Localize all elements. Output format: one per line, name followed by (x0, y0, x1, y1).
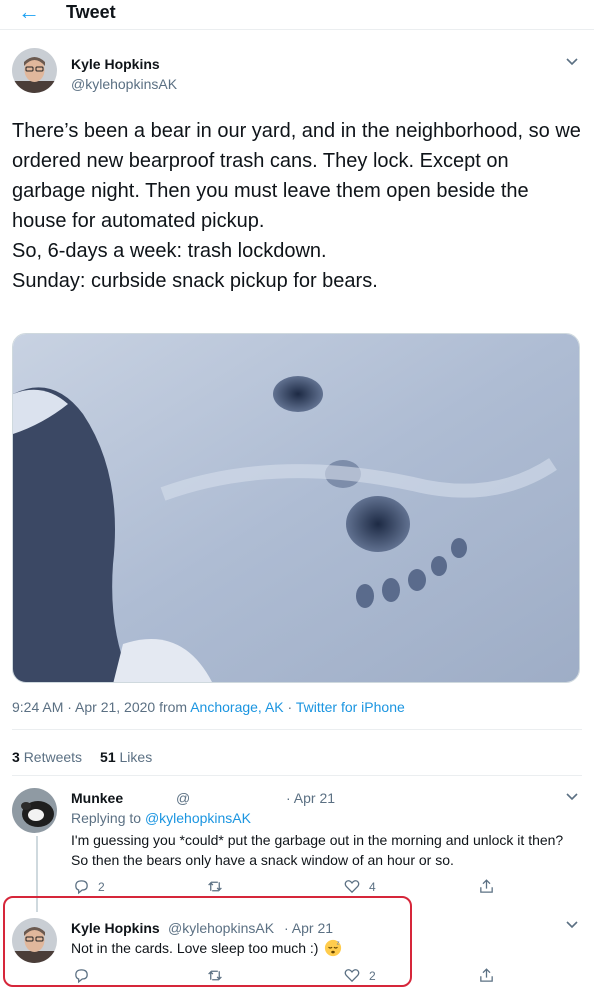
tweet-text-line: There’s been a bear in our yard, and in … (12, 120, 581, 232)
source-link[interactable]: Twitter for iPhone (296, 699, 405, 715)
comment-icon (75, 880, 88, 895)
tweet-timestamp[interactable]: 9:24 AM · Apr 21, 2020 from (12, 699, 190, 715)
replying-to-prefix: Replying to (71, 810, 145, 826)
author-avatar[interactable] (12, 48, 57, 93)
retweets-label: Retweets (23, 749, 83, 765)
divider (12, 775, 582, 776)
like-count: 2 (369, 968, 376, 983)
likes-count: 51 (100, 749, 116, 765)
tweet-photo[interactable] (12, 333, 580, 683)
like-button[interactable]: 2 (343, 967, 376, 984)
meta-separator: · (283, 699, 296, 715)
heart-icon (344, 969, 360, 983)
reply-text-content: Not in the cards. Love sleep too much :) (71, 940, 319, 956)
comment-icon (75, 969, 88, 984)
likes-stat[interactable]: 51 Likes (100, 749, 152, 765)
top-bar: ← Tweet (0, 0, 594, 30)
retweet-icon (208, 970, 222, 981)
page-title: Tweet (66, 2, 116, 22)
reply-author-handle[interactable]: @ (176, 790, 190, 806)
share-button[interactable] (478, 967, 495, 984)
location-link[interactable]: Anchorage, AK (190, 699, 283, 715)
svg-text:z: z (337, 940, 340, 946)
likes-label: Likes (119, 749, 153, 765)
replying-to: Replying to @kylehopkinsAK (71, 810, 251, 826)
reply-text: Not in the cards. Love sleep too much :)… (71, 938, 491, 958)
like-button[interactable]: 4 (343, 878, 376, 895)
chevron-down-icon[interactable] (565, 790, 579, 804)
tweet-text-line: So, 6-days a week: trash lockdown. (12, 240, 327, 262)
reply-button[interactable]: 2 (73, 878, 105, 895)
tweet-stats: 3 Retweets 51 Likes (12, 749, 152, 765)
reply-button[interactable] (73, 967, 98, 984)
tweet-meta: 9:24 AM · Apr 21, 2020 from Anchorage, A… (12, 699, 405, 715)
sleeping-face-emoji: z (325, 939, 342, 957)
author-handle[interactable]: @kylehopkinsAK (71, 76, 177, 92)
share-icon (480, 879, 493, 893)
author-name[interactable]: Kyle Hopkins (71, 56, 160, 72)
chevron-down-icon[interactable] (565, 55, 579, 69)
retweet-icon (208, 881, 222, 892)
reply-count: 2 (98, 879, 105, 894)
divider (12, 729, 582, 730)
reply-author-name[interactable]: Munkee (71, 790, 123, 806)
replying-to-handle[interactable]: @kylehopkinsAK (145, 810, 251, 826)
heart-icon (344, 880, 360, 894)
share-button[interactable] (478, 878, 495, 895)
retweets-count: 3 (12, 749, 20, 765)
share-icon (480, 968, 493, 982)
reply-date[interactable]: · Apr 21 (284, 920, 333, 936)
tweet-text-line: Sunday: curbside snack pickup for bears. (12, 270, 378, 292)
chevron-down-icon[interactable] (565, 918, 579, 932)
reply-avatar[interactable] (12, 788, 57, 833)
retweet-button[interactable] (206, 967, 232, 984)
reply-date[interactable]: · Apr 21 (286, 790, 335, 806)
reply-avatar[interactable] (12, 918, 57, 963)
retweet-button[interactable] (206, 878, 232, 895)
retweets-stat[interactable]: 3 Retweets (12, 749, 82, 765)
back-arrow-icon[interactable]: ← (18, 0, 46, 23)
tweet-text: There’s been a bear in our yard, and in … (12, 116, 582, 296)
reply-author-name[interactable]: Kyle Hopkins (71, 920, 160, 936)
reply-text: I'm guessing you *could* put the garbage… (71, 832, 564, 868)
like-count: 4 (369, 879, 376, 894)
reply-author-handle[interactable]: @kylehopkinsAK (168, 920, 274, 936)
